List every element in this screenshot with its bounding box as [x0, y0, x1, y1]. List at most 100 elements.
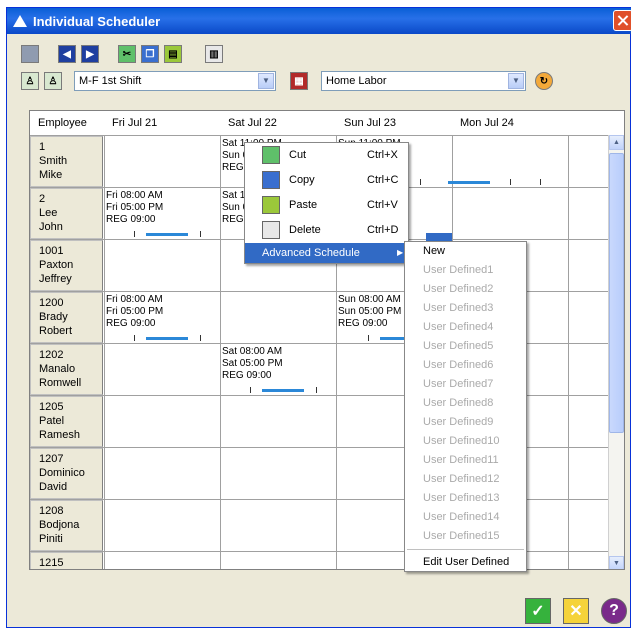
submenu-item-user-defined: User Defined1 [423, 264, 494, 276]
header-day: Sat Jul 22 [228, 117, 277, 129]
paste-icon [262, 196, 280, 214]
labor-select-value: Home Labor [326, 75, 387, 87]
cancel-button[interactable]: ✕ [563, 598, 589, 624]
employee-cell[interactable]: 1208 Bodjona Piniti [30, 500, 103, 551]
shift-start: Fri 08:00 AM [106, 294, 163, 305]
labor-select[interactable]: Home Labor ▼ [321, 71, 526, 91]
submenu-item-user-defined: User Defined13 [423, 492, 500, 504]
employee-first-name: Romwell [39, 377, 82, 389]
menu-item-paste[interactable]: Paste Ctrl+V [245, 193, 408, 218]
employee-first-name: Mike [39, 169, 63, 181]
shift-end: Fri 05:00 PM [106, 202, 164, 213]
tick [420, 179, 421, 185]
context-menu: Cut Ctrl+X Copy Ctrl+C Paste Ctrl+V Dele… [244, 142, 409, 264]
employee-cell[interactable]: 1001 Paxton Jeffrey [30, 240, 103, 291]
employee-last-name: Bodjona [39, 519, 80, 531]
menu-item-label: Paste [289, 199, 318, 211]
help-button[interactable]: ? [601, 598, 627, 624]
submenu-item-new[interactable]: New [405, 242, 526, 261]
chevron-down-icon[interactable]: ▼ [258, 73, 274, 89]
employee-cell[interactable]: 1202 Manalo Romwell [30, 344, 103, 395]
employee-last-name: Brady [39, 311, 68, 323]
menu-item-label: Copy [289, 174, 315, 186]
employee-last-name: Dominico [39, 467, 85, 479]
shift-bar [146, 233, 188, 236]
shift-block[interactable]: Sun 08:00 AM Sun 05:00 PM REG 09:00 [338, 294, 401, 330]
menu-item-advanced-schedule[interactable]: Advanced Schedule ▶ [245, 243, 408, 263]
employee-last-name: Paxton [39, 259, 74, 271]
scroll-up-icon[interactable]: ▲ [609, 135, 624, 150]
tick [250, 387, 251, 393]
employee-first-name: Ramesh [39, 429, 80, 441]
menu-item-delete[interactable]: Delete Ctrl+D [245, 218, 408, 243]
employee-cell[interactable]: 1200 Brady Robert [30, 292, 103, 343]
refresh-icon[interactable]: ↻ [535, 72, 553, 90]
employee-first-name: David [39, 481, 68, 493]
submenu-item-user-defined: User Defined3 [423, 302, 494, 314]
shift-block[interactable]: Fri 08:00 AM Fri 05:00 PM REG 09:00 [106, 294, 163, 330]
previous-icon[interactable]: ◀ [58, 45, 76, 63]
menu-item-cut[interactable]: Cut Ctrl+X [245, 143, 408, 168]
add-employee-icon[interactable]: ♙ [44, 72, 62, 90]
scroll-down-icon[interactable]: ▼ [609, 556, 624, 569]
submenu-item-user-defined: User Defined10 [423, 435, 500, 447]
employee-id: 1207 [39, 453, 64, 465]
menu-item-shortcut: Ctrl+V [367, 199, 398, 211]
menu-divider [407, 549, 524, 550]
submenu-item-user-defined: User Defined2 [423, 283, 494, 295]
submenu-item-user-defined: User Defined4 [423, 321, 494, 333]
employee-cell[interactable]: 1205 Patel Ramesh [30, 396, 103, 447]
copy-icon [262, 171, 280, 189]
shift-end: Fri 05:00 PM [106, 306, 164, 317]
tick [368, 335, 369, 341]
title-bar: Individual Scheduler [7, 8, 631, 34]
shift-hours: REG 09:00 [106, 318, 156, 329]
shift-bar [262, 389, 304, 392]
vertical-scrollbar[interactable]: ▲ ▼ [608, 135, 624, 569]
ok-button[interactable]: ✓ [525, 598, 551, 624]
submenu-arrow-icon: ▶ [397, 248, 404, 257]
tick [510, 179, 511, 185]
submenu-item-user-defined: User Defined12 [423, 473, 500, 485]
menu-item-shortcut: Ctrl+X [367, 149, 398, 161]
delete-icon[interactable]: ▥ [205, 45, 223, 63]
header-day: Mon Jul 24 [460, 117, 514, 129]
scroll-thumb[interactable] [609, 153, 624, 433]
employee-last-name: Patel [39, 415, 65, 427]
advanced-schedule-submenu: New User Defined1 User Defined2 User Def… [404, 241, 527, 572]
employee-cell[interactable]: 1 Smith Mike [30, 136, 103, 187]
submenu-item-user-defined: User Defined8 [423, 397, 494, 409]
menu-item-shortcut: Ctrl+C [367, 174, 399, 186]
next-icon[interactable]: ▶ [81, 45, 99, 63]
tick [134, 231, 135, 237]
header-employee: Employee [38, 117, 87, 129]
employee-cell[interactable]: 1207 Dominico David [30, 448, 103, 499]
shift-block[interactable]: Sat 08:00 AM Sat 05:00 PM REG 09:00 [222, 346, 283, 382]
shift-bar [448, 181, 490, 184]
employee-id: 1 [39, 141, 46, 153]
submenu-item-edit-user-defined[interactable]: Edit User Defined [405, 553, 526, 572]
employee-icon[interactable]: ♙ [21, 72, 39, 90]
copy-icon[interactable]: ❐ [141, 45, 159, 63]
close-button[interactable] [613, 10, 631, 31]
cut-icon[interactable]: ✂ [118, 45, 136, 63]
shift-block[interactable]: Fri 08:00 AM Fri 05:00 PM REG 09:00 [106, 190, 163, 226]
employee-id: 2 [39, 193, 46, 205]
employee-cell[interactable]: 1215 [30, 552, 103, 569]
submenu-item-user-defined: User Defined5 [423, 340, 494, 352]
tick [200, 231, 201, 237]
tick [200, 335, 201, 341]
grid-icon[interactable]: ▦ [290, 72, 308, 90]
shift-bar [146, 337, 188, 340]
grid-line [30, 135, 610, 136]
menu-item-label: Delete [289, 224, 321, 236]
header-day: Sun Jul 23 [344, 117, 396, 129]
chevron-down-icon[interactable]: ▼ [508, 73, 524, 89]
paste-icon[interactable]: ▤ [164, 45, 182, 63]
submenu-item-user-defined: User Defined7 [423, 378, 494, 390]
employee-cell[interactable]: 2 Lee John [30, 188, 103, 239]
tick [540, 179, 541, 185]
menu-item-copy[interactable]: Copy Ctrl+C [245, 168, 408, 193]
shift-select[interactable]: M-F 1st Shift ▼ [74, 71, 276, 91]
menu-item-label: Advanced Schedule [262, 247, 360, 259]
